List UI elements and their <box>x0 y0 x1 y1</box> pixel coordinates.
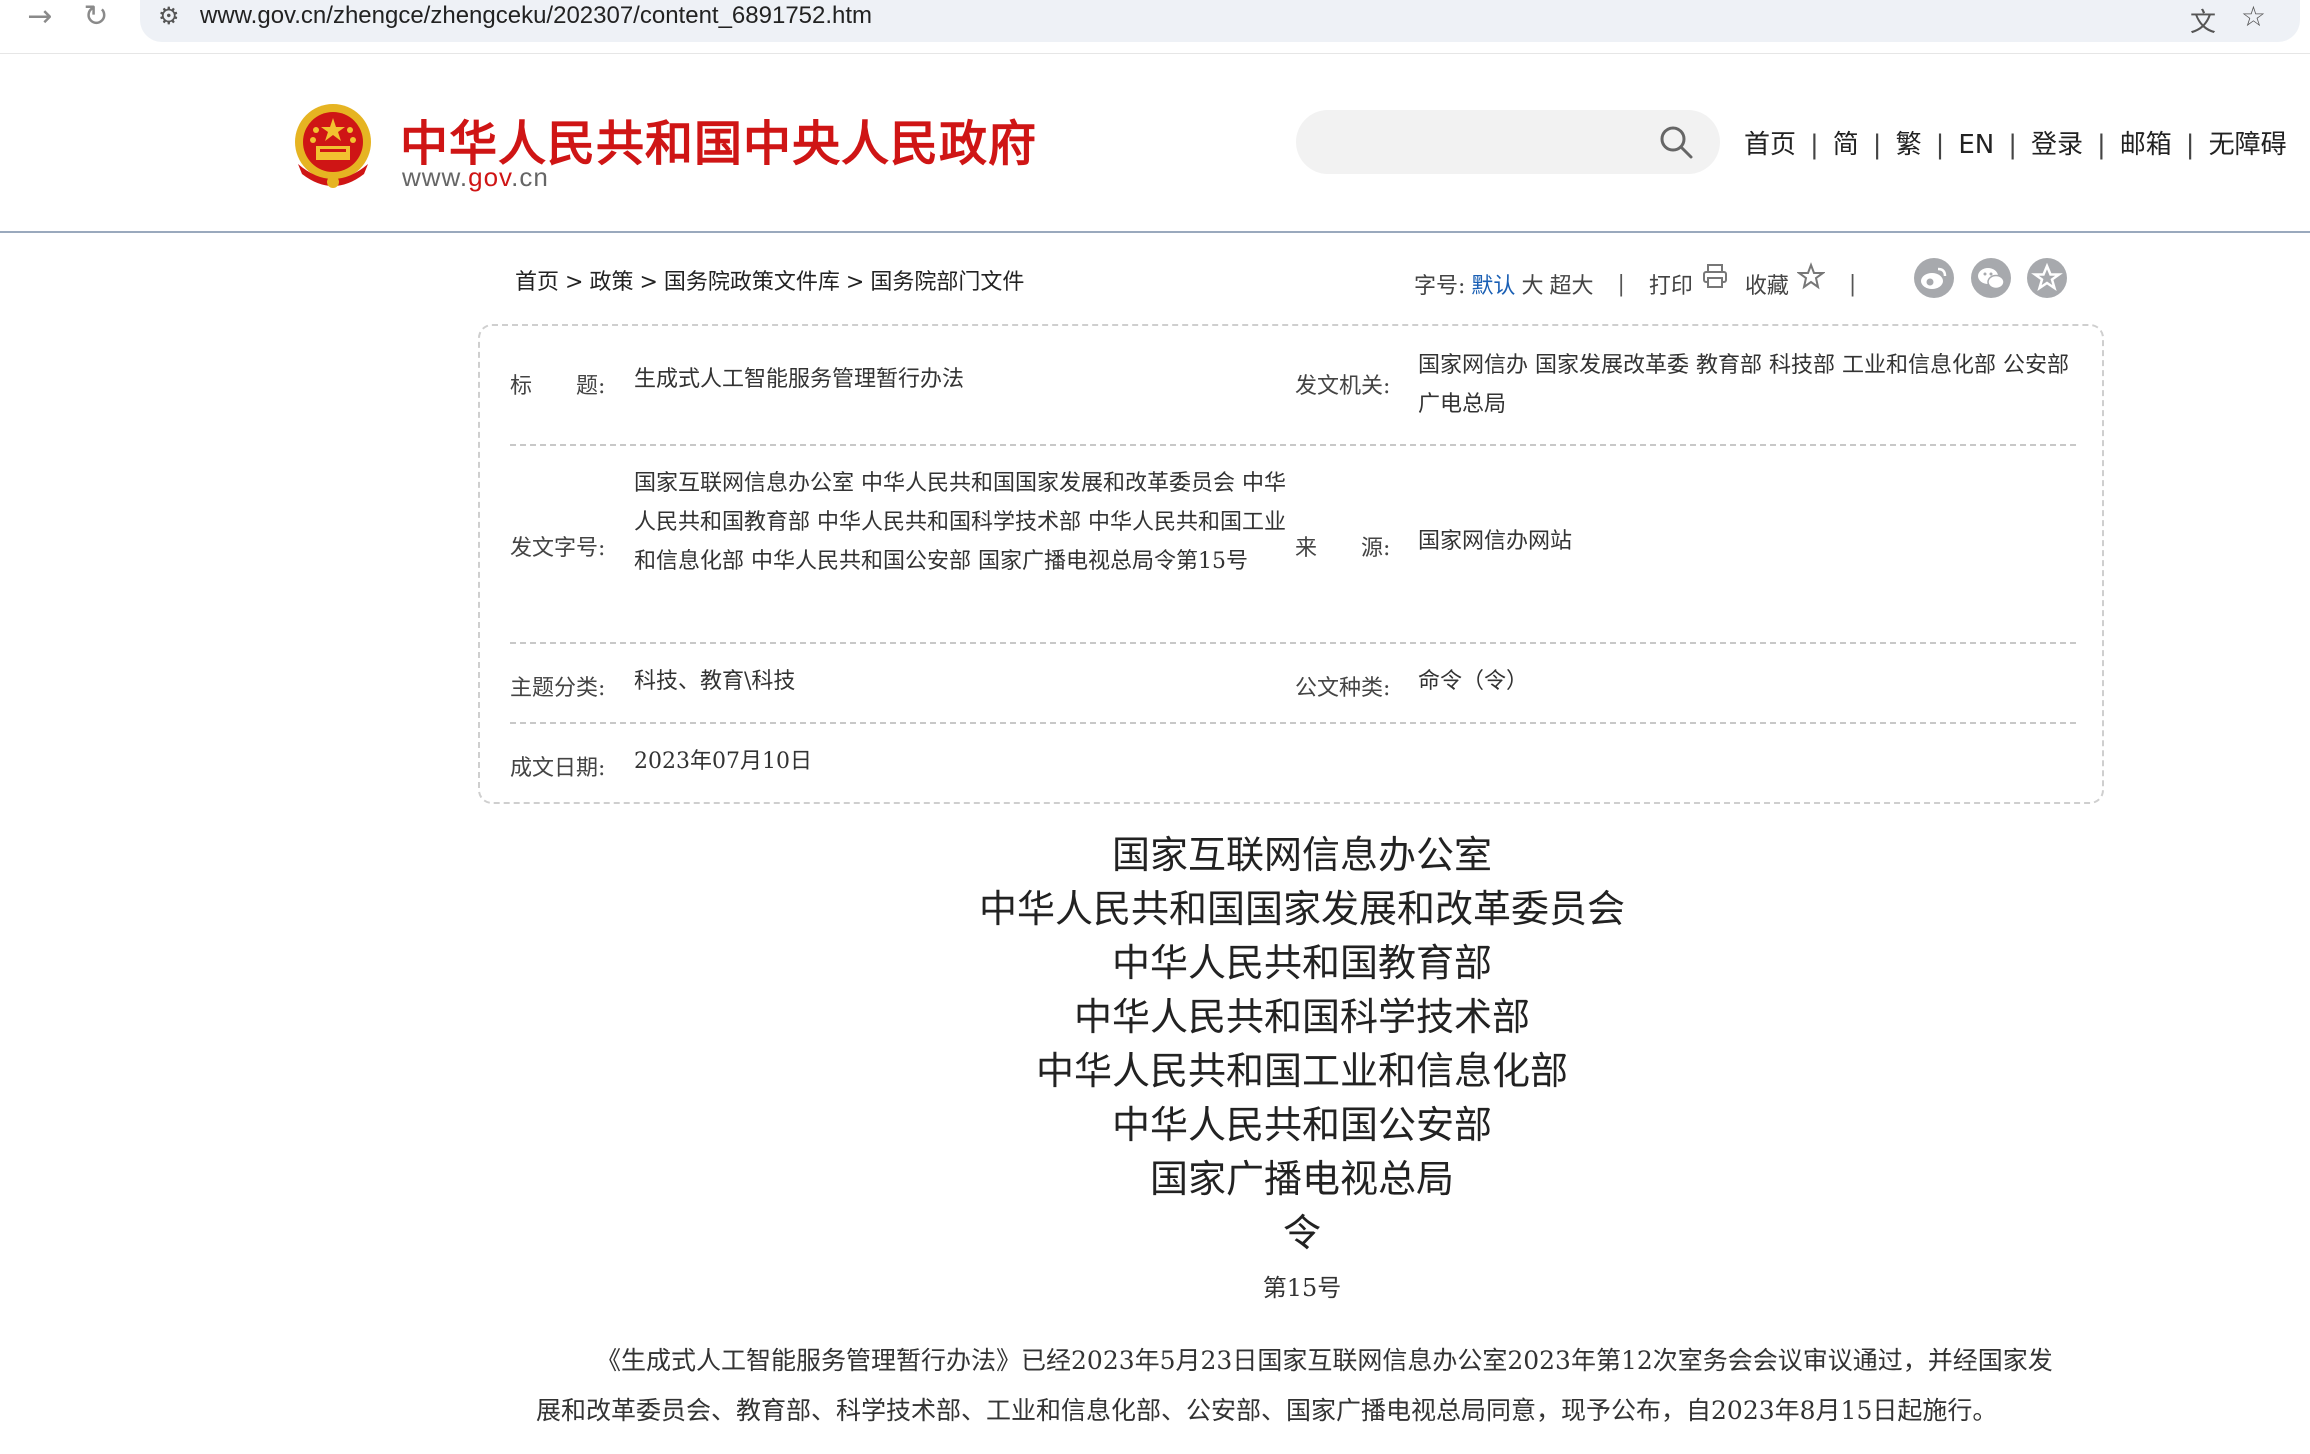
nav-link-simplified[interactable]: 简 <box>1833 124 1859 161</box>
breadcrumb-item-department-docs[interactable]: 国务院部门文件 <box>870 270 1024 295</box>
search-icon[interactable] <box>1658 124 1694 160</box>
print-icon[interactable] <box>1701 262 1729 290</box>
issuer-line: 国家互联网信息办公室 <box>1111 833 1492 877</box>
search-input[interactable] <box>1320 118 1640 166</box>
issuer-line: 中华人民共和国教育部 <box>1111 941 1492 985</box>
article-tools: 字号: 默认大超大 | 打印 收藏 | <box>1414 262 1880 300</box>
issuer-line: 国家广播电视总局 <box>1149 1157 1454 1201</box>
tools-separator: | <box>1617 271 1625 297</box>
site-header: 中华人民共和国中央人民政府 www.gov.cn 首页 | 简 | 繁 | EN | 登录 | 邮箱… <box>0 54 2310 233</box>
date-label: 成文日期: <box>510 756 606 781</box>
topic-value: 科技、教育\科技 <box>634 669 796 694</box>
title-label: 标 题: <box>510 374 606 399</box>
document-info-table: 标 题: 生成式人工智能服务管理暂行办法 发文机关: 国家网信办 国家发展改革委… <box>478 324 2104 804</box>
order-number: 第15号 <box>1262 1274 1342 1302</box>
print-button[interactable]: 打印 <box>1649 268 1693 300</box>
nav-separator: | <box>2185 130 2195 160</box>
star-icon[interactable] <box>1795 262 1827 290</box>
domain-highlight: gov <box>468 162 512 192</box>
nav-separator: | <box>1810 130 1819 160</box>
font-size-large[interactable]: 大 <box>1521 268 1543 300</box>
nav-separator: | <box>1935 130 1945 160</box>
search-box <box>1296 110 1720 174</box>
bookmark-star-icon[interactable]: ☆ <box>2241 0 2266 33</box>
top-nav-links: 首页 | 简 | 繁 | EN | 登录 | 邮箱 | 无障碍 <box>1744 124 2287 161</box>
translate-icon[interactable]: 文 <box>2190 2 2216 39</box>
breadcrumb-item-policy[interactable]: 政策 <box>589 270 633 295</box>
document-issuers: 国家互联网信息办公室 中华人民共和国国家发展和改革委员会 中华人民共和国教育部 … <box>0 828 2310 1260</box>
breadcrumb-separator: > <box>639 270 658 295</box>
browser-toolbar: → ↻ ⚙ www.gov.cn/zhengce/zhengceku/20230… <box>0 0 2310 54</box>
national-emblem-icon[interactable] <box>292 102 374 190</box>
domain-prefix: www. <box>402 162 469 192</box>
wechat-share-icon[interactable] <box>1971 258 2011 298</box>
address-bar[interactable]: ⚙ www.gov.cn/zhengce/zhengceku/202307/co… <box>140 0 2300 42</box>
topic-label: 主题分类: <box>510 676 606 701</box>
font-size-label: 字号: <box>1414 274 1466 299</box>
issuer-value: 国家网信办 国家发展改革委 教育部 科技部 工业和信息化部 公安部 广电总局 <box>1418 353 2069 417</box>
site-domain: www.gov.cn <box>402 162 549 193</box>
nav-separator: | <box>2008 130 2017 160</box>
nav-link-mail[interactable]: 邮箱 <box>2120 124 2172 161</box>
issuer-label: 发文机关: <box>1295 374 1391 399</box>
reload-icon[interactable]: ↻ <box>76 0 116 34</box>
order-heading: 令 <box>1282 1211 1321 1255</box>
nav-link-home[interactable]: 首页 <box>1744 124 1796 161</box>
date-value: 2023年07月10日 <box>634 749 812 774</box>
nav-separator: | <box>1872 130 1882 160</box>
source-value: 国家网信办网站 <box>1418 529 1573 554</box>
body-paragraph: 《生成式人工智能服务管理暂行办法》已经2023年5月23日国家互联网信息办公室2… <box>536 1346 2053 1425</box>
breadcrumb-item-policy-library[interactable]: 国务院政策文件库 <box>664 270 840 295</box>
domain-suffix: .cn <box>511 162 549 192</box>
issuer-line: 中华人民共和国公安部 <box>1111 1103 1492 1147</box>
tools-separator: | <box>1848 271 1857 297</box>
breadcrumb-item-home[interactable]: 首页 <box>515 270 559 295</box>
favorite-share-icon[interactable] <box>2027 258 2067 298</box>
nav-link-login[interactable]: 登录 <box>2031 124 2083 161</box>
info-row: 成文日期: 2023年07月10日 <box>510 724 2076 804</box>
info-row: 发文字号: 国家互联网信息办公室 中华人民共和国国家发展和改革委员会 中华人民共… <box>510 446 2076 644</box>
nav-separator: | <box>2097 130 2106 160</box>
site-info-icon[interactable]: ⚙ <box>158 2 180 30</box>
doc-type-value: 命令（令） <box>1418 669 1529 694</box>
weibo-share-icon[interactable] <box>1914 258 1954 298</box>
issuer-line: 中华人民共和国国家发展和改革委员会 <box>978 887 1625 931</box>
nav-link-accessibility[interactable]: 无障碍 <box>2209 124 2287 161</box>
doc-type-label: 公文种类: <box>1295 676 1391 701</box>
breadcrumb-separator: > <box>845 270 865 295</box>
nav-link-english[interactable]: EN <box>1958 130 1994 160</box>
url-text[interactable]: www.gov.cn/zhengce/zhengceku/202307/cont… <box>200 2 872 30</box>
breadcrumb: 首页 > 政策 > 国务院政策文件库 > 国务院部门文件 <box>515 264 1024 296</box>
font-size-default[interactable]: 默认 <box>1471 268 1515 300</box>
issuer-line: 中华人民共和国科学技术部 <box>1073 995 1530 1039</box>
issuer-line: 中华人民共和国工业和信息化部 <box>1035 1049 1568 1093</box>
doc-number-label: 发文字号: <box>510 536 606 561</box>
breadcrumb-separator: > <box>565 270 584 295</box>
doc-number-value: 国家互联网信息办公室 中华人民共和国国家发展和改革委员会 中华人民共和国教育部 … <box>634 471 1286 574</box>
info-row: 主题分类: 科技、教育\科技 公文种类: 命令（令） <box>510 644 2076 724</box>
font-size-xlarge[interactable]: 超大 <box>1549 268 1593 300</box>
favorite-button[interactable]: 收藏 <box>1745 268 1789 300</box>
title-value: 生成式人工智能服务管理暂行办法 <box>634 367 965 392</box>
info-row: 标 题: 生成式人工智能服务管理暂行办法 发文机关: 国家网信办 国家发展改革委… <box>510 326 2076 446</box>
nav-link-traditional[interactable]: 繁 <box>1896 124 1922 161</box>
source-label: 来 源: <box>1295 536 1391 561</box>
forward-icon[interactable]: → <box>20 0 60 34</box>
